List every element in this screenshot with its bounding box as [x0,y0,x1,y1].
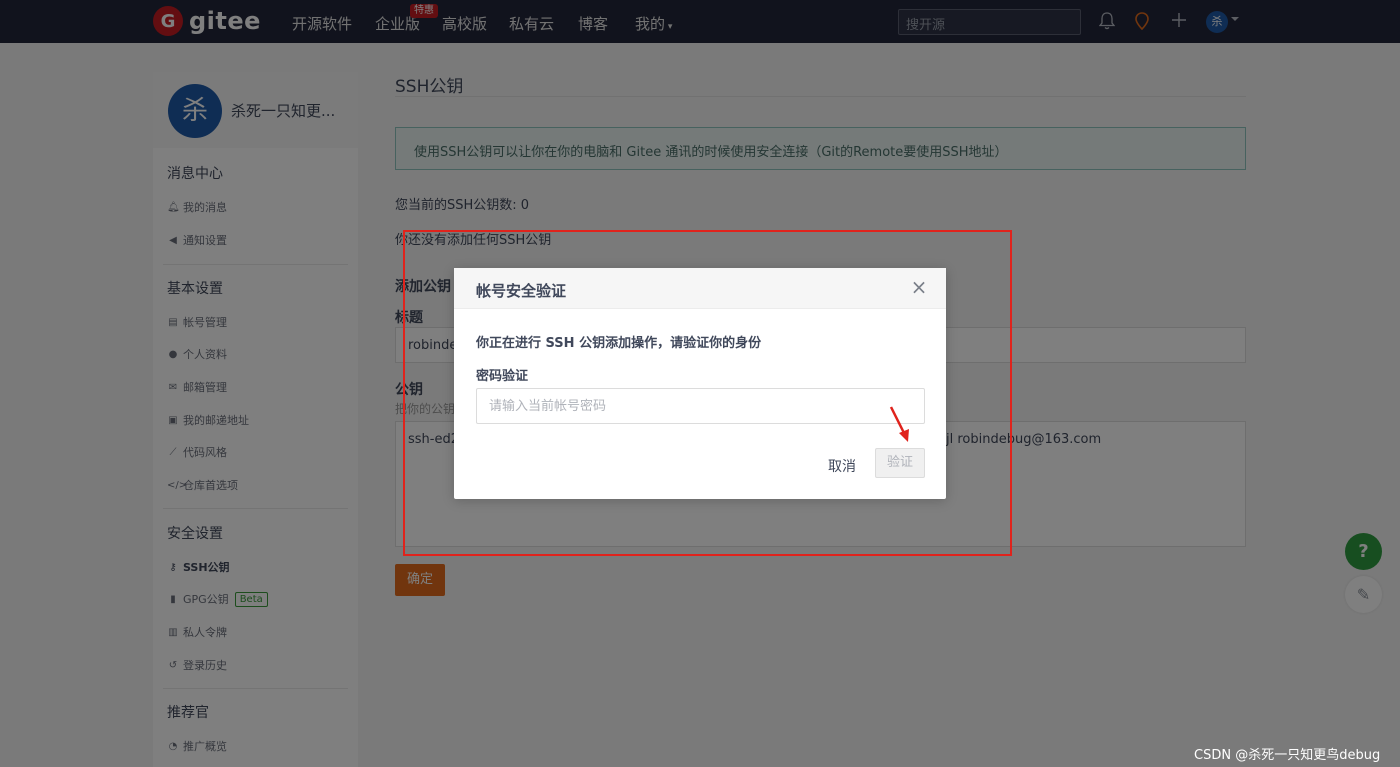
annotation-arrow-icon [889,406,909,442]
csdn-watermark: CSDN @杀死一只知更鸟debug [1194,748,1381,763]
annotation-highlight-box [403,230,1012,556]
